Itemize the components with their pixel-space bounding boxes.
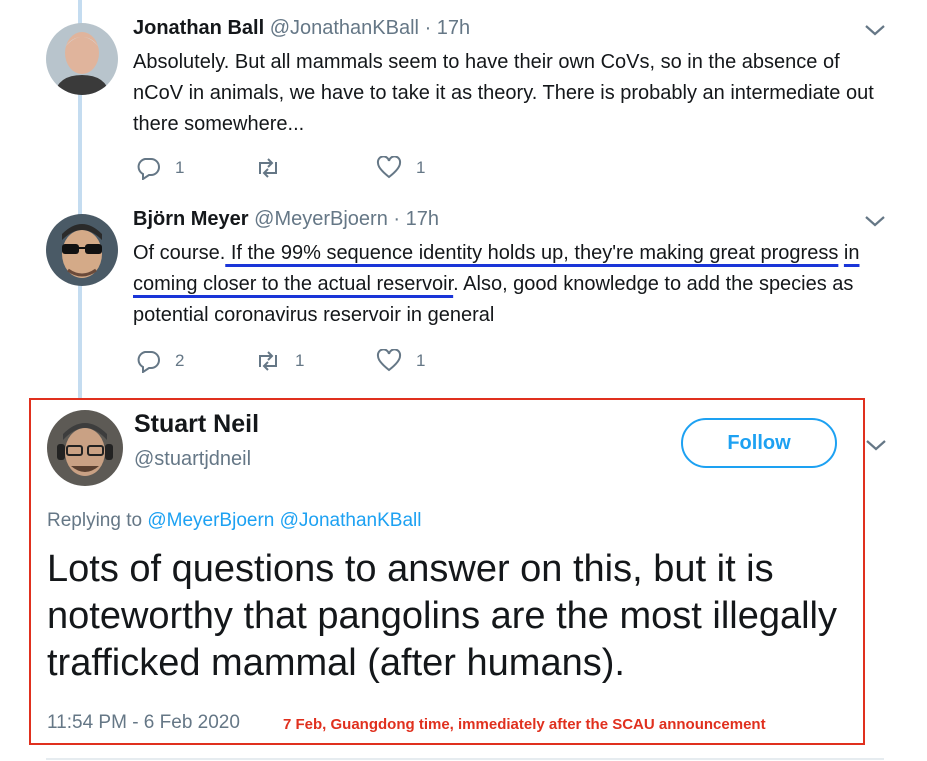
tweet-text: Of course. If the 99% sequence identity …: [133, 238, 893, 331]
reply-count: 2: [175, 351, 185, 370]
author-name[interactable]: Stuart Neil: [134, 410, 259, 439]
like-count: 1: [416, 158, 426, 177]
tweet-actions: 2 1 1: [133, 349, 453, 375]
annotation-note: 7 Feb, Guangdong time, immediately after…: [283, 716, 766, 733]
tweet-time[interactable]: · 17h: [425, 17, 471, 39]
like-icon: [376, 349, 402, 372]
tweet-header: Jonathan Ball @JonathanKBall · 17h: [133, 17, 470, 40]
replying-prefix: Replying to: [47, 510, 143, 531]
author-name[interactable]: Jonathan Ball: [133, 17, 264, 39]
main-tweet: Stuart Neil @stuartjdneil Follow Replyin…: [29, 398, 886, 745]
like-action[interactable]: 1: [376, 349, 425, 373]
tweet-header: Björn Meyer @MeyerBjoern · 17h: [133, 208, 439, 231]
like-count: 1: [416, 351, 426, 370]
divider: [46, 758, 884, 760]
author-handle[interactable]: @stuartjdneil: [134, 448, 251, 471]
tweet-text: Absolutely. But all mammals seem to have…: [133, 51, 874, 135]
reply-count: 1: [175, 158, 185, 177]
reply-icon: [137, 158, 160, 180]
avatar[interactable]: [46, 214, 118, 286]
reply-tweet: Jonathan Ball @JonathanKBall · 17h Absol…: [0, 17, 927, 187]
chevron-down-icon[interactable]: [865, 438, 887, 452]
reply-tweet: Björn Meyer @MeyerBjoern · 17h Of course…: [0, 208, 927, 388]
reply-action[interactable]: 2: [135, 349, 184, 373]
text-segment: Of course.: [133, 242, 226, 264]
underlined-text: If the 99% sequence identity holds up, t…: [225, 242, 839, 264]
retweet-action[interactable]: 1: [255, 349, 304, 373]
chevron-down-icon[interactable]: [864, 23, 886, 37]
tweet-actions: 1 1: [133, 156, 453, 182]
retweet-action[interactable]: [255, 156, 295, 180]
reply-action[interactable]: 1: [135, 156, 184, 180]
tweet-timestamp[interactable]: 11:54 PM - 6 Feb 2020: [47, 712, 240, 734]
mention-link[interactable]: @MeyerBjoern: [147, 510, 274, 531]
author-handle[interactable]: @JonathanKBall: [270, 17, 419, 39]
tweet-text: Lots of questions to answer on this, but…: [47, 548, 838, 684]
tweet-time[interactable]: · 17h: [393, 208, 439, 230]
author-name[interactable]: Björn Meyer: [133, 208, 249, 230]
retweet-count: 1: [295, 351, 305, 370]
reply-icon: [137, 351, 160, 373]
follow-button[interactable]: Follow: [681, 418, 837, 468]
author-handle[interactable]: @MeyerBjoern: [254, 208, 388, 230]
like-icon: [376, 156, 402, 179]
chevron-down-icon[interactable]: [864, 214, 886, 228]
mention-link[interactable]: @JonathanKBall: [280, 510, 422, 531]
retweet-icon: [259, 158, 277, 178]
replying-to: Replying to @MeyerBjoern @JonathanKBall: [47, 510, 421, 532]
retweet-icon: [259, 351, 277, 371]
avatar[interactable]: [46, 23, 118, 95]
avatar[interactable]: [47, 410, 123, 486]
like-action[interactable]: 1: [376, 156, 425, 180]
